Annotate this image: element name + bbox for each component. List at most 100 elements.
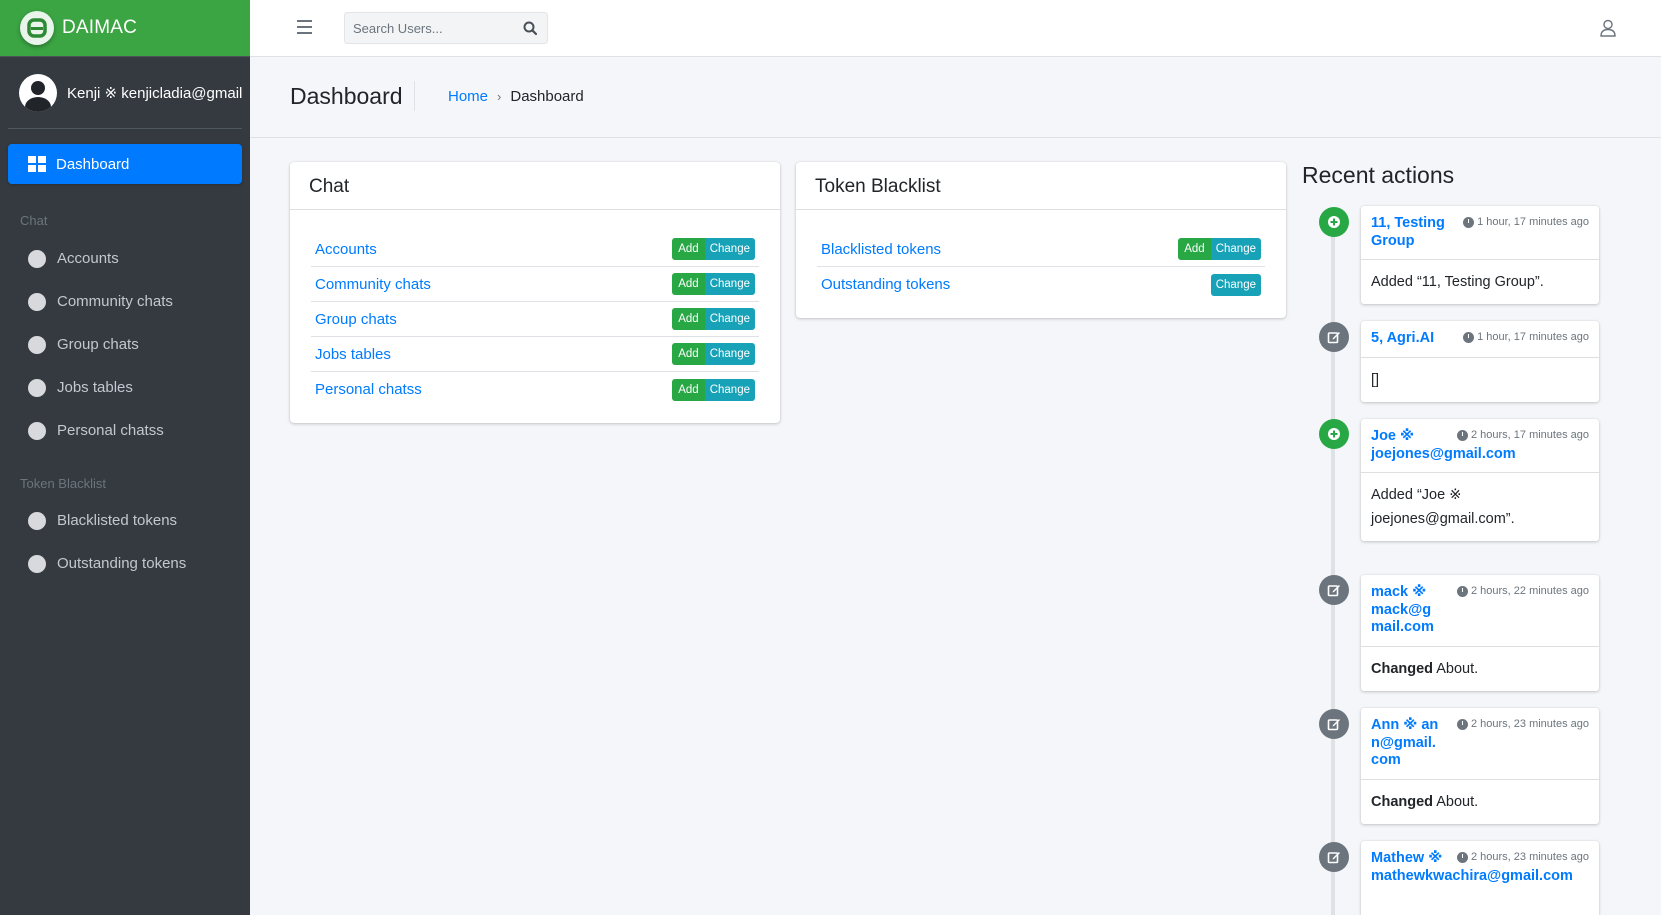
model-link-community-chats[interactable]: Community chats [315,276,431,293]
page-title: Dashboard [290,83,403,109]
model-row-blacklisted-tokens: Blacklisted tokens Add Change [817,232,1265,267]
card-title: Token Blacklist [796,162,1286,210]
menu-toggle-icon[interactable] [297,20,312,34]
timeline-object-link[interactable]: 5, Agri.AI [1371,330,1471,348]
edit-action-icon [1319,322,1349,352]
sidebar-item-community-chats[interactable]: Community chats [8,280,242,323]
timeline-object-link[interactable]: 11, Testing Group [1371,215,1471,250]
timeline-body-text: About. [1433,660,1479,677]
timeline-body-text: About. [1433,793,1479,810]
add-button[interactable]: Add [672,238,705,260]
change-button[interactable]: Change [704,378,755,401]
sidebar-item-label: Personal chatss [57,422,164,439]
timeline-body-text: [] [1371,371,1380,388]
sidebar-header-chat: Chat [20,213,48,228]
change-button[interactable]: Change [1210,238,1261,260]
timeline-time: 2 hours, 17 minutes ago [1456,429,1589,441]
timeline-time-text: 2 hours, 17 minutes ago [1470,429,1589,441]
timeline-object-link[interactable]: mack ※ mack@gmail.com [1371,584,1437,637]
edit-action-icon [1319,842,1349,872]
change-button[interactable]: Change [704,238,755,260]
dashboard-icon [28,156,46,172]
timeline-object-link[interactable]: Joe ※ joejones@gmail.com [1371,428,1516,463]
model-link-outstanding-tokens[interactable]: Outstanding tokens [821,276,950,293]
timeline-body: Added “11, Testing Group”. [1361,260,1599,304]
sidebar-item-accounts[interactable]: Accounts [8,237,242,280]
timeline-time: 1 hour, 17 minutes ago [1463,216,1589,228]
circle-icon [28,292,46,311]
brand-link[interactable]: DAIMAC [0,0,250,57]
model-link-jobs-tables[interactable]: Jobs tables [315,346,391,363]
add-button[interactable]: Add [672,378,705,401]
add-button[interactable]: Add [672,273,705,295]
circle-icon [28,378,46,397]
clock-icon [1463,331,1475,343]
model-row-accounts: Accounts Add Change [311,232,759,267]
sidebar-item-label: Group chats [57,336,139,353]
model-row-outstanding-tokens: Outstanding tokens Change [817,267,1265,302]
clock-icon [1456,718,1468,730]
timeline-time: 2 hours, 23 minutes ago [1456,851,1589,863]
change-button[interactable]: Change [1210,273,1261,296]
sidebar-item-outstanding-tokens[interactable]: Outstanding tokens [8,542,242,585]
sidebar-item-label: Accounts [57,250,119,267]
model-link-accounts[interactable]: Accounts [315,241,377,258]
timeline-time-text: 1 hour, 17 minutes ago [1477,216,1589,228]
add-action-icon [1319,207,1349,237]
change-button[interactable]: Change [704,273,755,295]
clock-icon [1456,585,1468,597]
timeline-time-text: 2 hours, 23 minutes ago [1470,718,1589,730]
sidebar-header-token-blacklist: Token Blacklist [20,476,106,491]
sidebar-item-group-chats[interactable]: Group chats [8,323,242,366]
model-row-group-chats: Group chats Add Change [311,302,759,337]
timeline-body: Changed About. [1361,780,1599,824]
change-button[interactable]: Change [704,343,755,365]
edit-action-icon [1319,575,1349,605]
timeline-time: 2 hours, 23 minutes ago [1456,718,1589,730]
sidebar-item-jobs-tables[interactable]: Jobs tables [8,366,242,409]
user-panel[interactable]: Kenji ※ kenjicladia@gmail.com [8,57,242,129]
clock-icon [1456,429,1468,441]
user-name[interactable]: Kenji ※ kenjicladia@gmail.com [67,84,242,102]
timeline-line [1331,210,1335,915]
recent-actions-title: Recent actions [1302,162,1455,188]
sidebar-item-label: Blacklisted tokens [57,512,178,529]
timeline-body: Added “Joe ※ joejones@gmail.com”. [1361,473,1599,541]
circle-icon [28,249,46,268]
model-link-group-chats[interactable]: Group chats [315,311,397,328]
add-action-icon [1319,419,1349,449]
sidebar-item-personal-chatss[interactable]: Personal chatss [8,409,242,452]
user-menu-icon[interactable] [1598,18,1618,38]
breadcrumb-separator: › [497,89,502,104]
change-button[interactable]: Change [704,308,755,330]
breadcrumb-current: Dashboard [510,88,584,105]
sidebar-nav: Dashboard Chat Accounts Community chats … [0,129,250,585]
edit-action-icon [1319,709,1349,739]
chat-app-card: Chat Accounts Add Change Community chats … [290,162,780,423]
timeline-time: 1 hour, 17 minutes ago [1463,331,1589,343]
sidebar-item-blacklisted-tokens[interactable]: Blacklisted tokens [8,499,242,542]
timeline-time-text: 1 hour, 17 minutes ago [1477,331,1589,343]
add-button[interactable]: Add [1178,238,1211,260]
search-input[interactable] [345,20,515,36]
breadcrumb: Home › Dashboard [448,88,584,105]
card-title: Chat [290,162,780,210]
timeline-time-text: 2 hours, 22 minutes ago [1470,585,1589,597]
search-button[interactable] [515,13,545,43]
timeline-object-link[interactable]: Ann ※ ann@gmail.com [1371,717,1443,770]
add-button[interactable]: Add [672,308,705,330]
model-link-personal-chatss[interactable]: Personal chatss [315,381,422,398]
content-header: Dashboard Home › Dashboard [250,57,1661,138]
model-link-blacklisted-tokens[interactable]: Blacklisted tokens [821,241,941,258]
timeline-item: 5, Agri.AI 1 hour, 17 minutes ago [] [1361,321,1599,402]
circle-icon [28,421,46,440]
clock-icon [1463,216,1475,228]
timeline-body-bold: Changed [1371,793,1434,810]
sidebar-item-dashboard[interactable]: Dashboard [8,144,242,184]
circle-icon [28,335,46,354]
timeline-body-text: Added “Joe ※ joejones@gmail.com”. [1371,487,1515,527]
top-navbar [250,0,1661,57]
search-form [344,12,548,44]
breadcrumb-home-link[interactable]: Home [448,88,488,105]
add-button[interactable]: Add [672,343,705,365]
